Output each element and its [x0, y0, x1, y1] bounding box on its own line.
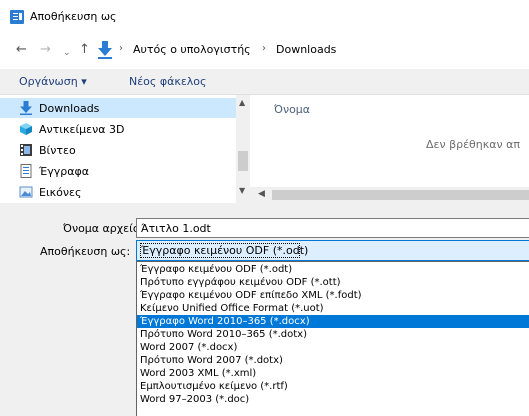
nav-item-label: Βίντεο: [39, 143, 76, 157]
scroll-left-icon[interactable]: ◀: [258, 189, 265, 199]
nav-item-downloads[interactable]: Downloads: [0, 98, 236, 118]
up-arrow-icon[interactable]: ↑: [79, 42, 90, 58]
nav-item-3d-objects[interactable]: Αντικείμενα 3D: [0, 119, 236, 139]
scroll-up-icon[interactable]: ▲: [239, 98, 245, 107]
command-toolbar: Οργάνωση ▾ Νέος φάκελος: [0, 69, 529, 95]
documents-icon: [20, 164, 32, 178]
save-as-type-label: Αποθήκευση ως:: [40, 245, 131, 258]
file-type-option[interactable]: Έγγραφο κειμένου ODF επίπεδο XML (*.fodt…: [137, 289, 529, 302]
title-bar: Αποθήκευση ως: [0, 0, 529, 33]
nav-item-label: Εικόνες: [39, 185, 82, 199]
downloads-folder-icon: [98, 41, 112, 59]
nav-item-label: Έγγραφα: [39, 164, 89, 178]
nav-item-documents[interactable]: Έγγραφα: [0, 161, 236, 181]
forward-arrow-icon[interactable]: →: [40, 42, 51, 58]
breadcrumb-downloads[interactable]: Downloads: [276, 43, 336, 56]
breadcrumb-separator: ›: [262, 43, 266, 54]
file-type-option[interactable]: Έγγραφο κειμένου ODF (*.odt): [137, 263, 529, 276]
nav-item-videos[interactable]: Βίντεο: [0, 140, 236, 160]
file-type-option[interactable]: Πρότυπο Word 2010–365 (*.dotx): [137, 328, 529, 341]
file-list-hscrollbar[interactable]: ◀: [250, 187, 529, 203]
address-bar: ← → ⌄ ↑ › Αυτός ο υπολογιστής › Download…: [0, 33, 529, 69]
scrollbar-thumb[interactable]: [238, 151, 248, 171]
file-type-option-highlighted[interactable]: Έγγραφο Word 2010–365 (*.docx): [137, 315, 529, 328]
scrollbar-thumb[interactable]: [272, 190, 529, 200]
back-arrow-icon[interactable]: ←: [16, 42, 27, 58]
column-header-name[interactable]: Όνομα: [274, 103, 310, 116]
window-title: Αποθήκευση ως: [30, 10, 117, 23]
navigation-scrollbar[interactable]: ▲ ▼: [236, 95, 250, 203]
pictures-icon: [19, 186, 33, 198]
breadcrumb-this-pc[interactable]: Αυτός ο υπολογιστής: [133, 43, 251, 56]
file-type-option[interactable]: Word 97–2003 (*.doc): [137, 393, 529, 406]
focus-rectangle: [140, 243, 300, 258]
nav-item-label: Downloads: [39, 101, 100, 115]
navigation-pane: Downloads Αντικείμενα 3D Βίντεο Έγγραφα: [0, 95, 236, 203]
3d-objects-icon: [20, 123, 32, 135]
video-icon: [20, 144, 32, 156]
writer-document-icon: [10, 10, 24, 24]
empty-folder-message: Δεν βρέθηκαν απ: [426, 138, 521, 151]
breadcrumb-separator: ›: [119, 43, 123, 54]
new-folder-button[interactable]: Νέος φάκελος: [129, 75, 207, 88]
file-type-option[interactable]: Πρότυπο Word 2007 (*.dotx): [137, 354, 529, 367]
file-type-option[interactable]: Εμπλουτισμένο κείμενο (*.rtf): [137, 380, 529, 393]
file-type-option[interactable]: Word 2003 XML (*.xml): [137, 367, 529, 380]
save-as-type-select[interactable]: Έγγραφο κειμένου ODF (*.odt): [136, 240, 529, 261]
organize-menu-button[interactable]: Οργάνωση ▾: [19, 75, 87, 88]
recent-locations-chevron-icon[interactable]: ⌄: [63, 45, 71, 61]
file-type-option[interactable]: Πρότυπο εγγράφου κειμένου ODF (*.ott): [137, 276, 529, 289]
nav-item-label: Αντικείμενα 3D: [39, 122, 125, 136]
scroll-down-icon[interactable]: ▼: [239, 186, 245, 195]
download-icon: [20, 101, 32, 115]
file-type-option[interactable]: Word 2007 (*.docx): [137, 341, 529, 354]
filename-input[interactable]: Άτιτλο 1.odt: [136, 218, 529, 238]
file-type-option[interactable]: Κείμενο Unified Office Format (*.uot): [137, 302, 529, 315]
file-type-dropdown-list: Έγγραφο κειμένου ODF (*.odt) Πρότυπο εγγ…: [136, 261, 529, 416]
nav-item-pictures[interactable]: Εικόνες: [0, 182, 236, 202]
